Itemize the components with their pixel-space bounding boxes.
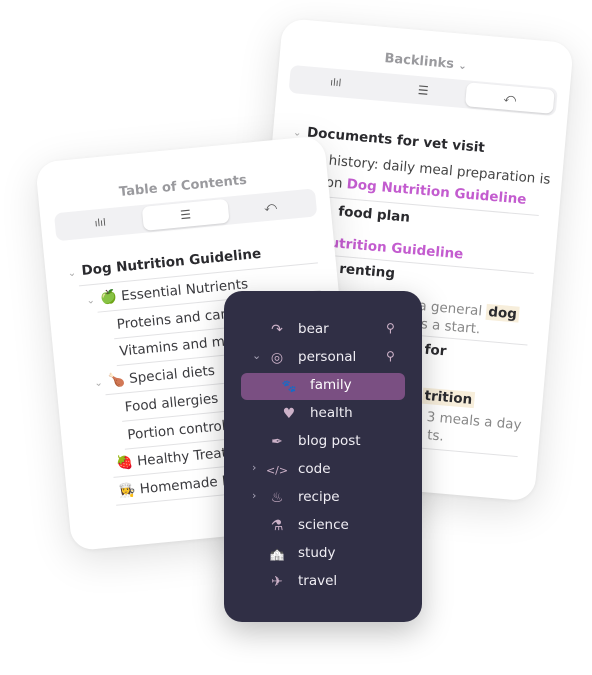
backlink-icon: ⤺ <box>503 90 518 106</box>
chevron-right-icon[interactable]: › <box>252 461 256 474</box>
chevron-down-icon[interactable]: ⌄ <box>67 268 76 280</box>
pin-icon[interactable]: ⚲ <box>386 321 395 335</box>
pin-icon[interactable]: ⚲ <box>386 349 395 363</box>
chevron-down-icon[interactable]: ⌄ <box>86 295 95 307</box>
backlinks-title: Backlinks <box>383 51 455 73</box>
bear-icon: ↷ <box>271 322 283 338</box>
backlink-section-heading[interactable]: for <box>424 342 447 360</box>
backlink-section-heading[interactable]: renting <box>339 261 396 282</box>
stats-icon: ılıl <box>329 76 342 89</box>
chevron-down-icon[interactable]: ⌄ <box>252 349 261 362</box>
toc-root-heading[interactable]: Dog Nutrition Guideline <box>81 246 262 279</box>
tab-backlinks[interactable]: ⤺ <box>464 82 556 114</box>
apple-emoji-icon: 🍏 <box>99 288 118 307</box>
chevron-right-icon[interactable]: › <box>252 489 256 502</box>
sidebar-item-code[interactable]: › </> code <box>224 457 422 483</box>
tab-toc[interactable]: ☰ <box>141 198 230 231</box>
flask-icon: ⚗ <box>270 518 284 534</box>
tab-stats[interactable]: ılıl <box>56 207 144 239</box>
sidebar-item-label: health <box>310 405 353 421</box>
code-icon: </> <box>265 463 289 477</box>
sidebar-item-science[interactable]: ⚗ science <box>224 513 422 539</box>
stats-icon: ılıl <box>94 217 107 230</box>
list-icon: ☰ <box>417 83 430 98</box>
backlink-icon: ⤺ <box>263 198 278 214</box>
strawberry-emoji-icon: 🍓 <box>115 454 134 472</box>
note-link[interactable]: utrition Guideline <box>329 235 464 263</box>
drumstick-emoji-icon: 🍗 <box>107 371 126 389</box>
toc-item[interactable]: Food allergies <box>124 391 219 416</box>
feather-icon: ✒ <box>271 434 283 450</box>
backlink-section-heading[interactable]: food plan <box>338 204 411 226</box>
airplane-icon: ✈ <box>271 574 283 590</box>
sidebar-item-label: blog post <box>298 433 361 449</box>
sidebar-item-label: family <box>310 377 352 393</box>
chef-emoji-icon: 👩‍🍳 <box>118 481 137 500</box>
sidebar-item-study[interactable]: 🏫 study <box>224 541 422 567</box>
sidebar-item-label: personal <box>298 349 357 365</box>
sidebar-item-health[interactable]: ♥ health <box>224 401 422 427</box>
sidebar-item-label: science <box>298 517 349 533</box>
tab-backlinks[interactable]: ⤺ <box>226 191 314 223</box>
backlink-snippet: trition <box>421 387 475 409</box>
sidebar-item-bear[interactable]: ↷ bear ⚲ <box>224 317 422 343</box>
tab-stats[interactable]: ılıl <box>291 67 381 99</box>
backlink-snippet: s a start. <box>420 316 481 338</box>
sidebar-item-personal[interactable]: ⌄ ◎ personal ⚲ <box>224 345 422 371</box>
sidebar-item-label: code <box>298 461 331 477</box>
head-spiral-icon: ◎ <box>270 350 284 366</box>
tag-sidebar: ↷ bear ⚲ ⌄ ◎ personal ⚲ 🐾 family ♥ healt… <box>224 291 422 622</box>
list-icon: ☰ <box>179 207 192 223</box>
tab-toc[interactable]: ☰ <box>378 75 468 107</box>
pot-icon: ♨ <box>270 490 284 506</box>
backlink-snippet: ts. <box>426 427 445 445</box>
sidebar-item-family[interactable]: 🐾 family <box>224 373 422 400</box>
sidebar-item-recipe[interactable]: › ♨ recipe <box>224 485 422 511</box>
heart-pulse-icon: ♥ <box>282 406 296 422</box>
backlink-snippet: utrition Guideline <box>329 235 464 263</box>
sidebar-item-blog-post[interactable]: ✒ blog post <box>224 429 422 455</box>
paw-icon: 🐾 <box>281 379 297 393</box>
sidebar-item-label: bear <box>298 321 329 337</box>
sidebar-item-travel[interactable]: ✈ travel <box>224 569 422 595</box>
sidebar-item-label: recipe <box>298 489 340 505</box>
sidebar-item-label: study <box>298 545 336 561</box>
backlink-section-heading[interactable]: Documents for vet visit <box>306 125 485 156</box>
sidebar-item-label: travel <box>298 573 338 589</box>
chevron-down-icon: ⌄ <box>457 60 468 73</box>
school-icon: 🏫 <box>269 547 285 561</box>
chevron-down-icon[interactable]: ⌄ <box>94 378 103 390</box>
